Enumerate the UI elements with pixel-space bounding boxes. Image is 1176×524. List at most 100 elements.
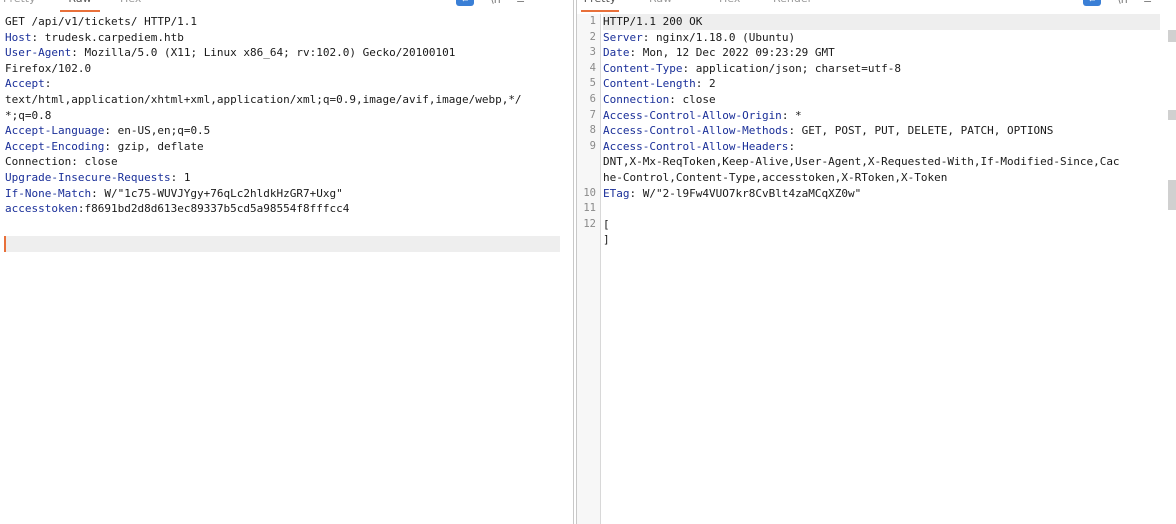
request-editor[interactable]: GET /api/v1/tickets/ HTTP/1.1 Host: trude… (0, 14, 573, 524)
header-separator: : (44, 77, 52, 91)
editor-line: Access-Control-Allow-Origin: * (603, 108, 1160, 124)
header-name: ETag (603, 186, 630, 200)
line-number (577, 154, 600, 170)
line-text: DNT,X-Mx-ReqToken,Keep-Alive,User-Agent,… (603, 155, 1120, 169)
editor-line: DNT,X-Mx-ReqToken,Keep-Alive,User-Agent,… (603, 154, 1160, 170)
header-separator: : (71, 46, 78, 60)
header-separator: : (104, 139, 111, 153)
header-value: trudesk.carpediem.htb (38, 30, 184, 44)
menu-icon[interactable]: ≡ (1143, 0, 1152, 6)
editor-line: If-None-Match: W/"1c75-WUVJYgy+76qLc2hld… (0, 186, 573, 202)
line-number: 9 (589, 139, 596, 152)
header-value: W/"1c75-WUVJYgy+76qLc2hldkHzGR7+Uxg" (97, 186, 343, 200)
scrollbar-marker[interactable] (1168, 30, 1176, 42)
header-value: : (788, 139, 796, 153)
header-name: Date (603, 46, 630, 60)
newline-toggle-icon[interactable]: \n (490, 0, 501, 6)
line-text: HTTP/1.1 200 OK (603, 15, 703, 28)
editor-line: User-Agent: Mozilla/5.0 (X11; Linux x86_… (0, 45, 573, 61)
header-name: Server (603, 30, 643, 44)
editor-line: Content-Type: application/json; charset=… (603, 61, 1160, 77)
editor-line: Host: trudesk.carpediem.htb (0, 30, 573, 46)
line-number-gutter: 1 2 3 4 5 6 7 8 9 10 11 12 (577, 14, 601, 524)
newline-toggle-icon[interactable]: \n (1117, 0, 1128, 6)
line-number: 4 (589, 61, 596, 74)
header-value: : * (781, 108, 802, 122)
editor-line: Access-Control-Allow-Headers: (603, 139, 1160, 155)
editor-line: *;q=0.8 (0, 108, 573, 124)
line-number: 5 (589, 77, 596, 90)
header-name: Access-Control-Allow-Origin (603, 108, 782, 122)
line-text: GET /api/v1/tickets/ HTTP/1.1 (5, 15, 198, 28)
line-number: 3 (589, 46, 596, 59)
header-name: accesstoken (5, 202, 78, 216)
editor-line: Accept-Language: en-US,en;q=0.5 (0, 123, 573, 139)
editor-line: ETag: W/"2-l9Fw4VUO7kr8CvBlt4zaMCqXZ0w" (603, 186, 1160, 202)
request-tab-pretty[interactable]: Pretty (3, 0, 36, 12)
header-name: Connection (603, 92, 670, 106)
line-number: 10 (583, 186, 596, 199)
menu-icon[interactable]: ≡ (516, 0, 525, 6)
editor-line: Accept-Encoding: gzip, deflate (0, 139, 573, 155)
request-tab-hex[interactable]: Hex (120, 0, 141, 12)
header-separator: : (104, 124, 111, 138)
header-value: : nginx/1.18.0 (Ubuntu) (642, 30, 796, 44)
request-tabbar: Pretty Raw Hex (0, 0, 573, 12)
editor-line: GET /api/v1/tickets/ HTTP/1.1 (0, 14, 573, 30)
editor-line: HTTP/1.1 200 OK (603, 14, 1160, 30)
line-text: [ (603, 217, 610, 231)
response-tab-hex[interactable]: Hex (719, 0, 740, 12)
line-text: Connection: close (5, 155, 118, 169)
line-number: 7 (589, 108, 596, 121)
header-name: Accept (5, 77, 45, 91)
line-number: 8 (589, 124, 596, 137)
header-name: Access-Control-Allow-Methods (603, 124, 789, 138)
header-name: Content-Length (603, 77, 696, 91)
line-number: 1 (589, 15, 596, 27)
line-number (577, 170, 600, 186)
header-name: User-Agent (5, 46, 72, 60)
header-name: Accept-Encoding (5, 139, 105, 153)
line-text: Firefox/102.0 (5, 61, 92, 75)
header-value: Mozilla/5.0 (X11; Linux x86_64; rv:102.0… (77, 46, 456, 60)
wrap-icon[interactable]: ⏎ (1083, 0, 1101, 6)
line-number: 11 (583, 202, 596, 215)
header-name: Host (5, 30, 32, 44)
text-caret (4, 236, 6, 252)
editor-line: ] (603, 232, 1160, 248)
header-value: :f8691bd2d8d613ec89337b5cd5a98554f8fffcc… (77, 202, 350, 216)
editor-line: Accept: (0, 76, 573, 92)
scrollbar-marker[interactable] (1168, 180, 1176, 210)
scrollbar-marker[interactable] (1168, 110, 1176, 120)
line-text: he-Control,Content-Type,accesstoken,X-RT… (603, 170, 948, 184)
response-pane: Pretty Raw Hex Render ⏎ \n ≡ 12345678910… (576, 0, 1176, 524)
header-value: : W/"2-l9Fw4VUO7kr8CvBlt4zaMCqXZ0w" (629, 186, 862, 200)
editor-line: Date: Mon, 12 Dec 2022 09:23:29 GMT (603, 45, 1160, 61)
header-value: : 2 (695, 77, 716, 91)
current-line-highlight (4, 236, 560, 252)
response-tab-pretty[interactable]: Pretty (581, 0, 619, 12)
wrap-icon[interactable]: ⏎ (456, 0, 474, 6)
response-editor[interactable]: 1 2 3 4 5 6 7 8 9 10 11 12 HTTP/1.1 200 OK Server: n… (577, 14, 1176, 524)
editor-line: Access-Control-Allow-Methods: GET, POST,… (603, 123, 1160, 139)
response-tab-render[interactable]: Render (773, 0, 812, 12)
line-number: 2 (589, 30, 596, 43)
editor-line: Connection: close (603, 92, 1160, 108)
request-pane: Pretty Raw Hex ⏎ \n ≡ GET /api/v1/ticket… (0, 0, 574, 524)
editor-line: Upgrade-Insecure-Requests: 1 (0, 170, 573, 186)
editor-line: accesstoken:f8691bd2d8d613ec89337b5cd5a9… (0, 201, 573, 217)
header-name: Content-Type (603, 61, 683, 75)
request-tab-raw[interactable]: Raw (60, 0, 100, 12)
editor-line: text/html,application/xhtml+xml,applicat… (0, 92, 573, 108)
line-number: 12 (583, 217, 596, 230)
header-value: gzip, deflate (110, 139, 204, 153)
editor-line: Connection: close (0, 154, 573, 170)
header-name: If-None-Match (5, 186, 92, 200)
line-number: 6 (589, 92, 596, 105)
header-value: en-US,en;q=0.5 (110, 124, 211, 138)
header-name: Upgrade-Insecure-Requests (5, 170, 171, 184)
header-separator: : (91, 186, 98, 200)
response-tab-raw[interactable]: Raw (649, 0, 672, 12)
header-name: Access-Control-Allow-Headers (603, 139, 789, 153)
